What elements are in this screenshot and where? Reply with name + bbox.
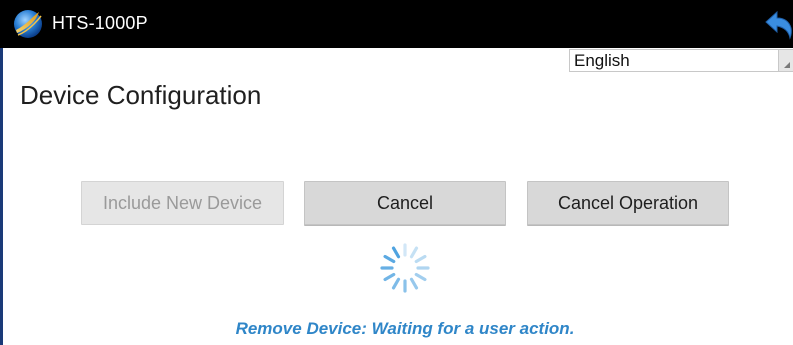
title-bar: HTS-1000P — [0, 0, 793, 48]
spinner-segment — [409, 246, 419, 259]
loading-spinner-icon — [380, 243, 430, 293]
dropdown-arrow-icon[interactable] — [778, 50, 793, 71]
spinner-segment — [383, 272, 396, 282]
include-new-device-button[interactable]: Include New Device — [81, 181, 284, 225]
globe-logo-icon — [14, 10, 42, 38]
status-message: Remove Device: Waiting for a user action… — [235, 319, 575, 338]
spinner-segment — [391, 277, 401, 290]
page-title: Device Configuration — [20, 80, 262, 110]
window-left-edge — [0, 48, 3, 345]
spinner-segment — [391, 246, 401, 259]
language-select[interactable]: English — [569, 49, 793, 72]
back-arrow-icon[interactable] — [764, 8, 793, 40]
spinner-segment — [409, 277, 419, 290]
spinner-segment — [414, 254, 427, 264]
cancel-operation-button[interactable]: Cancel Operation — [527, 181, 729, 225]
cancel-button[interactable]: Cancel — [304, 181, 506, 225]
app-window: HTS-1000P English Device Configuration I… — [0, 0, 793, 345]
spinner-segment — [383, 254, 396, 264]
spinner-segment — [414, 272, 427, 282]
app-title: HTS-1000P — [52, 13, 148, 33]
language-selected-value: English — [574, 51, 630, 70]
